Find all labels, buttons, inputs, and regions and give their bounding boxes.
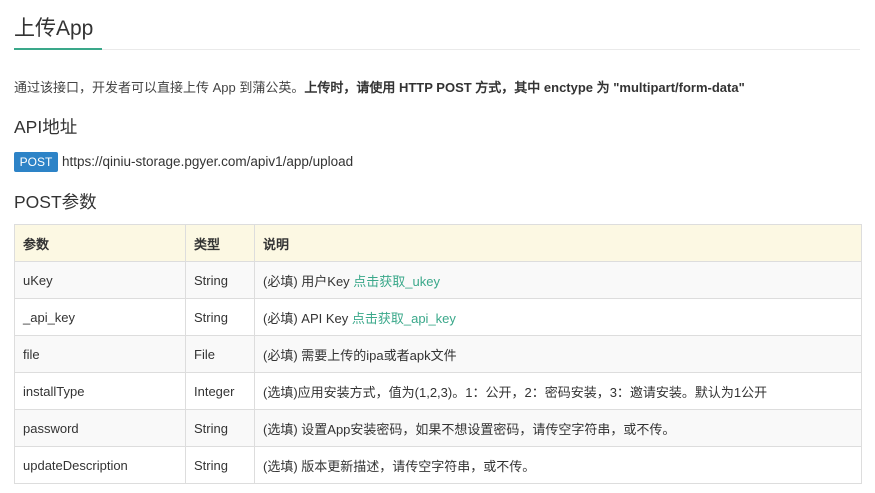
param-name: file <box>14 335 186 373</box>
param-desc: (必填) 用户Key 点击获取_ukey <box>254 261 862 299</box>
param-type: File <box>185 335 255 373</box>
param-type: String <box>185 446 255 484</box>
title-underline-accent <box>14 48 102 50</box>
get-ukey-link[interactable]: 点击获取_ukey <box>353 274 440 289</box>
api-address-heading: API地址 <box>14 117 78 137</box>
table-header-row: 参数 类型 说明 <box>14 224 862 262</box>
param-type: String <box>185 298 255 336</box>
header-desc: 说明 <box>254 224 862 262</box>
param-name: installType <box>14 372 186 410</box>
method-badge: POST <box>14 152 58 172</box>
post-params-heading: POST参数 <box>14 192 97 212</box>
intro-bold: 上传时，请使用 HTTP POST 方式，其中 enctype 为 "multi… <box>304 80 745 95</box>
table-row: password String (选填) 设置App安装密码，如果不想设置密码，… <box>14 409 862 447</box>
intro-normal: 通过该接口，开发者可以直接上传 App 到蒲公英。 <box>14 80 305 95</box>
header-param: 参数 <box>14 224 186 262</box>
param-desc-text: (必填) API Key <box>263 310 352 326</box>
param-name: updateDescription <box>14 446 186 484</box>
param-name: _api_key <box>14 298 186 336</box>
params-table: 参数 类型 说明 uKey String (必填) 用户Key 点击获取_uke… <box>14 224 862 484</box>
param-name: uKey <box>14 261 186 299</box>
title-divider <box>14 49 860 50</box>
table-row: uKey String (必填) 用户Key 点击获取_ukey <box>14 261 862 299</box>
param-desc: (选填)应用安装方式，值为(1,2,3)。1：公开，2：密码安装，3：邀请安装。… <box>254 372 862 410</box>
get-api-key-link[interactable]: 点击获取_api_key <box>352 311 456 326</box>
param-desc: (选填) 版本更新描述，请传空字符串，或不传。 <box>254 446 862 484</box>
table-row: file File (必填) 需要上传的ipa或者apk文件 <box>14 335 862 373</box>
param-desc: (必填) API Key 点击获取_api_key <box>254 298 862 336</box>
table-row: installType Integer (选填)应用安装方式，值为(1,2,3)… <box>14 372 862 410</box>
table-row: updateDescription String (选填) 版本更新描述，请传空… <box>14 446 862 484</box>
param-type: String <box>185 409 255 447</box>
header-type: 类型 <box>185 224 255 262</box>
param-desc: (选填) 设置App安装密码，如果不想设置密码，请传空字符串，或不传。 <box>254 409 862 447</box>
api-url: https://qiniu-storage.pgyer.com/apiv1/ap… <box>62 154 354 169</box>
param-desc: (必填) 需要上传的ipa或者apk文件 <box>254 335 862 373</box>
intro-text: 通过该接口，开发者可以直接上传 App 到蒲公英。上传时，请使用 HTTP PO… <box>14 77 745 96</box>
param-desc-text: (必填) 用户Key <box>263 273 354 289</box>
page-title: 上传App <box>14 17 94 40</box>
param-type: String <box>185 261 255 299</box>
param-name: password <box>14 409 186 447</box>
table-row: _api_key String (必填) API Key 点击获取_api_ke… <box>14 298 862 336</box>
param-type: Integer <box>185 372 255 410</box>
